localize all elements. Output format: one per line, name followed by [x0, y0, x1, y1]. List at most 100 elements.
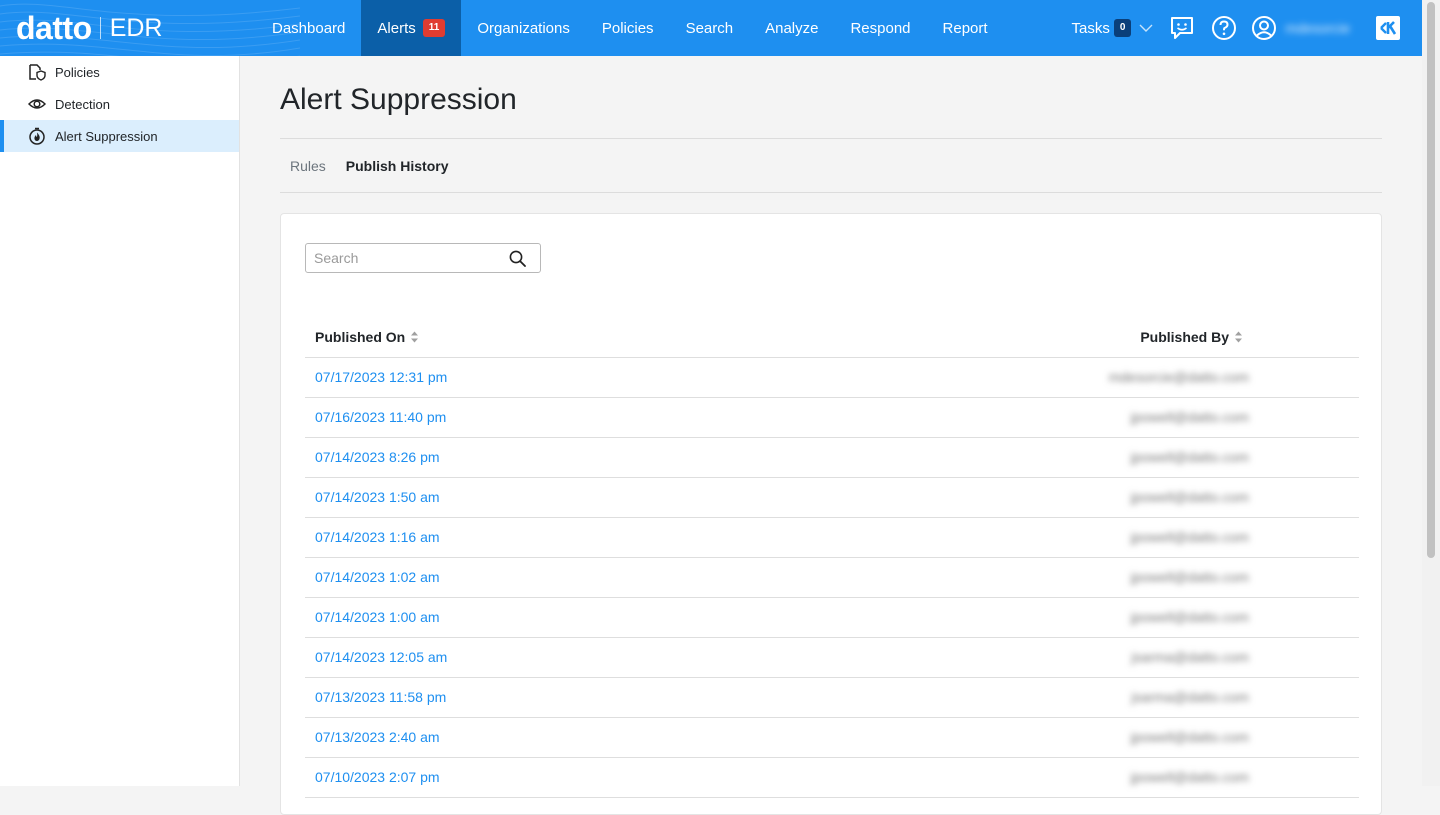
tasks-label: Tasks: [1071, 19, 1110, 37]
nav-organizations-label: Organizations: [477, 19, 570, 37]
page-tabs: Rules Publish History: [280, 139, 1382, 192]
user-name: mdesorcie: [1285, 20, 1350, 36]
user-menu[interactable]: mdesorcie: [1251, 15, 1350, 41]
published-by-cell: jpowell@datto.com: [1130, 489, 1250, 505]
published-by-cell: mdesorcie@datto.com: [1108, 369, 1249, 385]
published-on-link[interactable]: 07/14/2023 1:02 am: [315, 558, 440, 597]
published-by-cell: jpowell@datto.com: [1130, 609, 1250, 625]
tab-rules[interactable]: Rules: [290, 158, 326, 174]
scrollbar-thumb[interactable]: [1427, 2, 1435, 558]
page-title: Alert Suppression: [280, 83, 517, 116]
top-nav-bar: datto EDR Dashboard Alerts 11 Organizati…: [0, 0, 1422, 56]
column-published-by-label: Published By: [1140, 328, 1229, 345]
tasks-dropdown[interactable]: Tasks 0: [1072, 19, 1154, 37]
table-row: 07/10/2023 2:07 pm jpowell@datto.com: [305, 758, 1359, 798]
nav-analyze[interactable]: Analyze: [749, 0, 834, 56]
header-right-controls: Tasks 0 mdesorcie: [1072, 0, 1423, 56]
eye-icon: [28, 95, 46, 113]
logo-separator: [99, 17, 101, 39]
published-on-link[interactable]: 07/13/2023 2:40 am: [315, 718, 440, 757]
nav-report[interactable]: Report: [927, 0, 1004, 56]
alerts-count-badge: 11: [422, 19, 446, 37]
published-by-cell: jpowell@datto.com: [1130, 409, 1250, 425]
suppression-icon: [28, 127, 46, 145]
table-row: 07/16/2023 11:40 pm jpowell@datto.com: [305, 398, 1359, 438]
table-row: 07/13/2023 2:40 am jpowell@datto.com: [305, 718, 1359, 758]
published-by-cell: jpowell@datto.com: [1130, 729, 1250, 745]
table-row: 07/14/2023 1:00 am jpowell@datto.com: [305, 598, 1359, 638]
nav-alerts-label: Alerts: [377, 19, 416, 37]
tasks-count-badge: 0: [1113, 19, 1132, 37]
nav-search[interactable]: Search: [670, 0, 750, 56]
nav-analyze-label: Analyze: [765, 19, 819, 37]
published-on-link[interactable]: 07/13/2023 11:58 pm: [315, 678, 446, 717]
nav-respond[interactable]: Respond: [834, 0, 926, 56]
table-row: 07/14/2023 12:05 am jsarma@datto.com: [305, 638, 1359, 678]
published-on-link[interactable]: 07/17/2023 12:31 pm: [315, 358, 447, 397]
nav-search-label: Search: [685, 19, 734, 37]
user-avatar-icon: [1252, 16, 1277, 40]
published-by-cell: jpowell@datto.com: [1130, 449, 1250, 465]
tab-publish-history[interactable]: Publish History: [346, 158, 449, 174]
nav-organizations[interactable]: Organizations: [461, 0, 586, 56]
column-published-on[interactable]: Published On: [315, 329, 419, 345]
table-row: 07/13/2023 11:58 pm jsarma@datto.com: [305, 678, 1359, 718]
nav-respond-label: Respond: [850, 19, 911, 37]
sidebar-item-alert-suppression[interactable]: Alert Suppression: [0, 120, 239, 152]
chevron-down-icon: [1139, 24, 1153, 32]
nav-policies[interactable]: Policies: [586, 0, 670, 56]
sidebar-item-detection-label: Detection: [55, 96, 110, 112]
column-published-by[interactable]: Published By: [1140, 329, 1243, 345]
sidebar-item-alert-suppression-label: Alert Suppression: [55, 128, 158, 144]
sidebar-item-policies[interactable]: Policies: [0, 56, 239, 88]
published-on-link[interactable]: 07/14/2023 12:05 am: [315, 638, 447, 677]
search-box: [305, 243, 541, 273]
kaseya-logo-icon: [1380, 21, 1397, 35]
table-row: 07/17/2023 12:31 pm mdesorcie@datto.com: [305, 358, 1359, 398]
sort-icon: [411, 331, 419, 342]
publish-history-card: Published On Published By 07/17/2023 12:…: [280, 213, 1382, 815]
search-icon[interactable]: [509, 250, 526, 267]
published-on-link[interactable]: 07/16/2023 11:40 pm: [315, 398, 446, 437]
publish-history-table: Published On Published By 07/17/2023 12:…: [305, 316, 1359, 798]
published-by-cell: jpowell@datto.com: [1130, 769, 1250, 785]
nav-dashboard-label: Dashboard: [272, 19, 346, 37]
published-on-link[interactable]: 07/14/2023 1:50 am: [315, 478, 440, 517]
tabs-divider: [280, 192, 1382, 193]
table-row: 07/14/2023 8:26 pm jpowell@datto.com: [305, 438, 1359, 478]
feedback-button[interactable]: [1169, 15, 1195, 41]
published-on-link[interactable]: 07/14/2023 1:00 am: [315, 598, 440, 637]
published-by-cell: jpowell@datto.com: [1130, 569, 1250, 585]
published-by-cell: jsarma@datto.com: [1131, 689, 1249, 705]
kaseya-app-switcher[interactable]: [1376, 16, 1400, 40]
nav-alerts[interactable]: Alerts 11: [361, 0, 462, 56]
table-row: 07/14/2023 1:02 am jpowell@datto.com: [305, 558, 1359, 598]
sidebar-item-detection[interactable]: Detection: [0, 88, 239, 120]
table-row: 07/14/2023 1:16 am jpowell@datto.com: [305, 518, 1359, 558]
nav-policies-label: Policies: [601, 19, 654, 37]
policy-shield-icon: [28, 63, 46, 81]
sort-icon: [1235, 331, 1242, 342]
published-by-cell: jpowell@datto.com: [1130, 529, 1250, 545]
table-row: 07/14/2023 1:50 am jpowell@datto.com: [305, 478, 1359, 518]
table-header: Published On Published By: [305, 316, 1359, 358]
sidebar-item-policies-label: Policies: [55, 64, 100, 80]
published-by-cell: jsarma@datto.com: [1131, 649, 1249, 665]
help-button[interactable]: [1211, 15, 1237, 41]
published-on-link[interactable]: 07/10/2023 2:07 pm: [315, 758, 440, 797]
nav-dashboard[interactable]: Dashboard: [256, 0, 361, 56]
search-input[interactable]: [306, 244, 512, 272]
sidebar: Policies Detection Alert Suppression: [0, 56, 240, 786]
chat-feedback-icon: [1171, 17, 1194, 39]
logo-brand: datto: [16, 9, 92, 46]
column-published-on-label: Published On: [315, 328, 406, 345]
help-circle-icon: [1212, 16, 1237, 40]
main-nav: Dashboard Alerts 11 Organizations Polici…: [256, 0, 1004, 56]
page-scrollbar[interactable]: [1422, 0, 1440, 786]
published-on-link[interactable]: 07/14/2023 8:26 pm: [315, 438, 440, 477]
logo-product: EDR: [109, 13, 163, 42]
published-on-link[interactable]: 07/14/2023 1:16 am: [315, 518, 440, 557]
nav-report-label: Report: [942, 19, 988, 37]
datto-edr-logo[interactable]: datto EDR: [16, 8, 163, 48]
main-content: Alert Suppression Rules Publish History …: [280, 56, 1382, 815]
